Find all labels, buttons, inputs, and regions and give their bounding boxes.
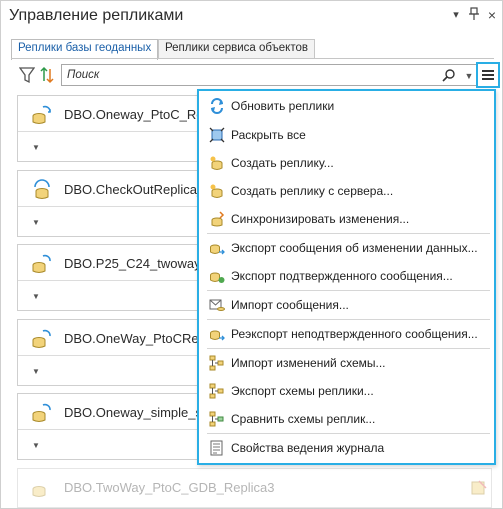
menu-separator [207, 348, 490, 349]
replica-name: DBO.Oneway_simple_sub [64, 405, 200, 420]
menu-item-label: Создать реплику... [231, 156, 334, 170]
menu-item-export-acknowledgment-message[interactable]: Экспорт подтвержденного сообщения... [199, 263, 494, 289]
menu-separator [207, 319, 490, 320]
menu-item-create-replica-from-server[interactable]: Создать реплику с сервера... [199, 178, 494, 204]
replica-card-header[interactable]: DBO.Oneway_PtoC_Replica [18, 96, 201, 132]
replica-checkout-icon [31, 179, 53, 201]
sort-icon[interactable] [39, 66, 59, 86]
menu-item-label: Экспорт подтвержденного сообщения... [231, 269, 453, 283]
expand-caret-icon[interactable]: ▼ [32, 292, 40, 301]
menu-separator [207, 233, 490, 234]
toolbar: Поиск ▼ [11, 64, 499, 88]
menu-item-label: Синхронизировать изменения... [231, 212, 410, 226]
import-message-icon [209, 297, 225, 313]
expand-caret-icon[interactable]: ▼ [32, 367, 40, 376]
export-data-change-icon [209, 240, 225, 256]
menu-item-logging-properties[interactable]: Свойства ведения журнала [199, 435, 494, 461]
menu-item-export-data-change-message[interactable]: Экспорт сообщения об изменении данных... [199, 235, 494, 261]
replica-card-header[interactable]: DBO.OneWay_PtoCReplica [18, 320, 201, 356]
menu-item-import-schema-changes[interactable]: Импорт изменений схемы... [199, 350, 494, 376]
replica-card[interactable]: DBO.Oneway_PtoC_Replica ▼ [17, 95, 202, 162]
logging-properties-icon [209, 440, 225, 456]
menu-item-refresh-replicas[interactable]: Обновить реплики [199, 93, 494, 119]
pane-title: Управление репликами [9, 7, 184, 24]
dropdown-arrow-icon[interactable]: ▾ [449, 7, 463, 23]
menu-item-label: Обновить реплики [231, 99, 335, 113]
hamburger-menu-icon[interactable] [476, 62, 500, 88]
options-menu: Обновить реплики Раскрыть все Создать ре… [197, 89, 496, 465]
create-replica-server-icon [209, 183, 225, 199]
replica-name: DBO.Oneway_PtoC_Replica [64, 107, 200, 122]
replica-name: DBO.TwoWay_PtoC_GDB_Replica3 [64, 480, 275, 495]
menu-item-label: Создать реплику с сервера... [231, 184, 394, 198]
filter-icon[interactable] [18, 66, 39, 86]
chevron-down-icon[interactable]: ▼ [463, 68, 475, 84]
reexport-icon [209, 326, 225, 342]
tab-divider [11, 58, 494, 59]
replica-manager-pane: Управление репликами ▾ × Реплики базы ге… [0, 0, 503, 509]
synchronize-icon [209, 211, 225, 227]
search-input[interactable]: Поиск [67, 69, 99, 81]
replica-database-icon [31, 402, 53, 424]
menu-item-label: Реэкспорт неподтвержденного сообщения... [231, 327, 478, 341]
replica-name: DBO.OneWay_PtoCReplica [64, 331, 200, 346]
expand-all-icon [209, 127, 225, 143]
menu-item-label: Сравнить схемы реплик... [231, 412, 376, 426]
menu-item-label: Импорт изменений схемы... [231, 356, 386, 370]
replica-card[interactable]: DBO.OneWay_PtoCReplica ▼ [17, 319, 202, 386]
tab-feature-service-replicas[interactable]: Реплики сервиса объектов [158, 39, 315, 59]
export-ack-icon [209, 268, 225, 284]
menu-item-label: Импорт сообщения... [231, 298, 349, 312]
menu-item-import-message[interactable]: Импорт сообщения... [199, 292, 494, 318]
replica-card[interactable]: DBO.TwoWay_PtoC_GDB_Replica3 [17, 468, 492, 508]
replica-card[interactable]: DBO.CheckOutReplica_ ▼ [17, 170, 202, 237]
search-icon[interactable] [442, 68, 458, 84]
refresh-icon [209, 98, 225, 114]
replica-status-icon [470, 479, 488, 497]
menu-item-label: Свойства ведения журнала [231, 441, 385, 455]
menu-item-synchronize-changes[interactable]: Синхронизировать изменения... [199, 206, 494, 232]
close-icon[interactable]: × [485, 7, 499, 23]
replica-twoway-icon [31, 253, 53, 275]
tab-geodatabase-replicas[interactable]: Реплики базы геоданных [11, 39, 159, 60]
menu-item-label: Экспорт схемы реплики... [231, 384, 374, 398]
menu-separator [207, 433, 490, 434]
expand-caret-icon[interactable]: ▼ [32, 143, 40, 152]
replica-card[interactable]: DBO.Oneway_simple_sub ▼ [17, 393, 202, 460]
menu-item-expand-all[interactable]: Раскрыть все [199, 122, 494, 148]
menu-item-label: Экспорт сообщения об изменении данных... [231, 241, 478, 255]
replica-database-icon [31, 477, 53, 499]
menu-item-reexport-unacknowledged-message[interactable]: Реэкспорт неподтвержденного сообщения... [199, 321, 494, 347]
expand-caret-icon[interactable]: ▼ [32, 441, 40, 450]
replica-card-header[interactable]: DBO.CheckOutReplica_ [18, 171, 201, 207]
replica-card[interactable]: DBO.P25_C24_twoway ▼ [17, 244, 202, 311]
create-replica-icon [209, 155, 225, 171]
expand-caret-icon[interactable]: ▼ [32, 218, 40, 227]
replica-name: DBO.P25_C24_twoway [64, 256, 200, 271]
menu-item-create-replica[interactable]: Создать реплику... [199, 150, 494, 176]
replica-card-header[interactable]: DBO.P25_C24_twoway [18, 245, 201, 281]
compare-schema-icon [209, 411, 225, 427]
menu-separator [207, 290, 490, 291]
replica-card-header[interactable]: DBO.TwoWay_PtoC_GDB_Replica3 [18, 469, 491, 505]
pin-icon[interactable] [467, 7, 481, 23]
menu-item-label: Раскрыть все [231, 128, 306, 142]
import-schema-icon [209, 355, 225, 371]
replica-database-icon [31, 328, 53, 350]
replica-database-icon [31, 104, 53, 126]
menu-item-compare-replica-schemas[interactable]: Сравнить схемы реплик... [199, 406, 494, 432]
replica-card-header[interactable]: DBO.Oneway_simple_sub [18, 394, 201, 430]
search-box[interactable]: Поиск ▼ [61, 64, 481, 86]
replica-name: DBO.CheckOutReplica_ [64, 182, 200, 197]
title-bar: Управление репликами ▾ × [1, 1, 502, 33]
menu-item-export-replica-schema[interactable]: Экспорт схемы реплики... [199, 378, 494, 404]
export-schema-icon [209, 383, 225, 399]
